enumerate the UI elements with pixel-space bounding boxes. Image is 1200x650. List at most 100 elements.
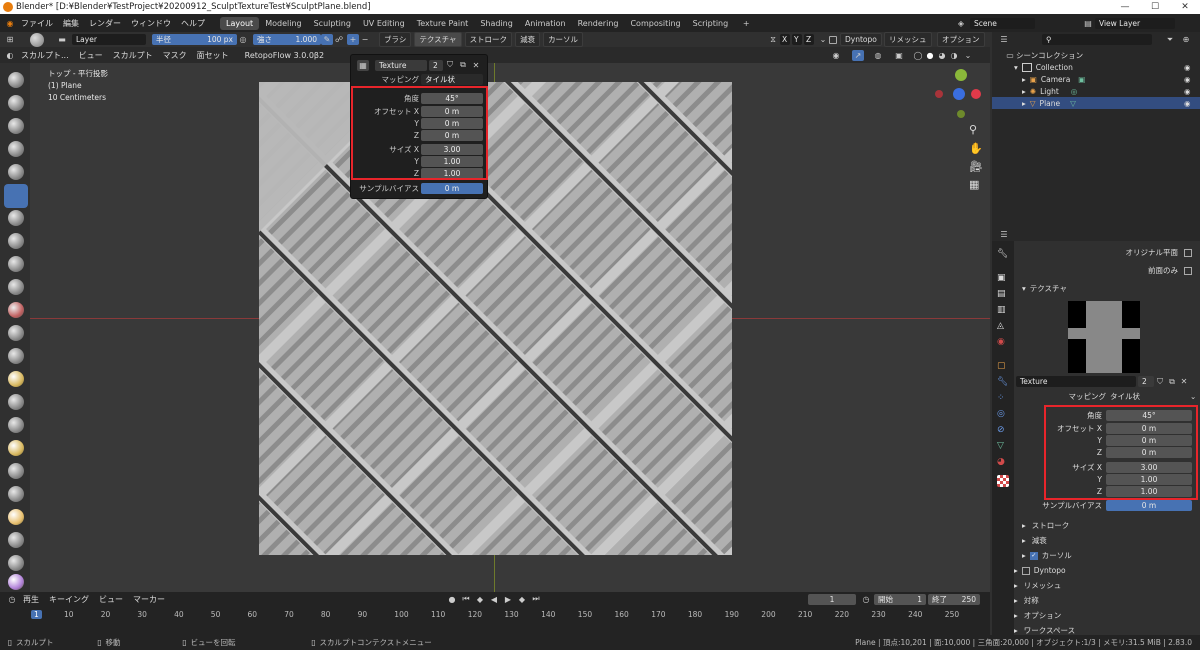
cursor-expand-icon[interactable]: ▸ [1022,551,1026,560]
tab-particles-icon[interactable]: ⁘ [997,393,1009,405]
menu-file[interactable]: ファイル [16,18,58,29]
timeline-ruler[interactable]: 1 10 20 30 40 50 60 70 80 90 100 110 120 130 140 150 160… [0,592,990,635]
tab-output-icon[interactable]: ▤ [997,289,1009,301]
popup-mapping-dropdown[interactable]: タイル状 [421,73,483,85]
tool-elastic-deform-icon[interactable] [8,440,24,456]
popup-texture-name[interactable]: Texture [375,59,427,71]
falloff-dropdown[interactable]: 減衰 [515,32,541,47]
tab-sculpting[interactable]: Sculpting [308,17,357,30]
original-plane-checkbox[interactable] [1184,248,1192,257]
new-collection-icon[interactable]: ⊕ [1180,34,1192,45]
remesh-expand-icon[interactable]: ▸ [1014,581,1018,590]
add-workspace-icon[interactable]: + [740,18,752,29]
tab-scene-icon[interactable]: ◬ [997,321,1009,333]
cursor-dropdown[interactable]: カーソル [543,32,584,47]
tool-grab-icon[interactable] [8,417,24,433]
menu-view[interactable]: ビュー [74,50,108,61]
pan-icon[interactable]: ✋ [969,142,983,155]
outliner-collection[interactable]: ▾ Collection ◉ [992,61,1200,73]
tool-nudge-icon[interactable] [8,532,24,548]
section-options[interactable]: ▸ オプション [1014,610,1061,621]
tool-fill-icon[interactable] [8,325,24,341]
gizmo-icon[interactable]: ↗ [852,49,864,61]
strength-pressure-icon[interactable]: ☍ [333,34,345,45]
props-unlink-icon[interactable]: ✕ [1178,376,1190,387]
menu-edit[interactable]: 編集 [58,18,84,29]
light-expand-icon[interactable]: ▸ [1022,87,1026,96]
props-mapping-dropdown[interactable]: タイル状 [1110,391,1140,402]
scene-field[interactable]: Scene [970,17,1035,29]
section-dyntopo[interactable]: ▸ Dyntopo [1014,565,1066,576]
light-visibility-icon[interactable]: ◉ [1184,87,1191,96]
front-only-checkbox[interactable] [1184,266,1192,275]
options-dropdown[interactable]: オプション [937,32,985,47]
gizmo-neg-y-icon[interactable] [957,110,965,118]
tab-texture-paint[interactable]: Texture Paint [411,17,475,30]
close-icon[interactable]: ✕ [1170,0,1200,14]
xray-icon[interactable]: ▣ [893,50,905,61]
tool-inflate-icon[interactable] [8,210,24,226]
tab-uv-editing[interactable]: UV Editing [357,17,411,30]
texture-plane[interactable] [259,82,732,555]
camera-expand-icon[interactable]: ▸ [1022,75,1026,84]
tool-pose-icon[interactable] [8,509,24,525]
tool-rotate-icon[interactable] [8,555,24,571]
tool-draw-icon[interactable] [8,72,24,88]
dyntopo-expand-icon[interactable]: ▸ [1014,566,1018,575]
tool-mask-icon[interactable] [8,574,24,590]
outliner-search-icon[interactable]: ⚲ [1042,34,1152,45]
props-users-count[interactable]: 2 [1138,376,1154,387]
outliner-item-light[interactable]: ▸ ✺ Light ◎ ◉ [992,85,1200,97]
original-plane-option[interactable]: オリジナル平面 [1092,247,1192,258]
symmetry-icon[interactable]: ⧖ [767,34,779,45]
tool-smooth-icon[interactable] [8,279,24,295]
menu-window[interactable]: ウィンドウ [126,18,176,29]
symmetry-x[interactable]: X [780,34,790,45]
props-fake-user-icon[interactable]: ⛉ [1154,376,1166,387]
outliner-editor-icon[interactable]: ☰ [998,34,1010,45]
texture-section-header[interactable]: ▾ テクスチャ [1022,283,1067,294]
fake-user-icon[interactable]: ⛉ [444,60,456,71]
outliner-item-plane[interactable]: ▸ ▽ Plane ▽ ◉ [992,97,1200,109]
tool-draw-sharp-icon[interactable] [8,95,24,111]
menu-face-set[interactable]: 面セット [192,50,234,61]
menu-retopoflow[interactable]: RetopoFlow 3.0.0β2 [240,51,329,60]
tab-animation[interactable]: Animation [519,17,572,30]
tab-scripting[interactable]: Scripting [687,17,735,30]
props-texture-name[interactable]: Texture [1016,376,1136,387]
popup-bias-field[interactable]: 0 m [421,182,483,194]
dyntopo-checkbox[interactable] [829,35,837,44]
tool-blob-icon[interactable] [8,233,24,249]
props-bias-field[interactable]: 0 m [1106,500,1192,511]
section-dyntopo-checkbox[interactable] [1021,566,1030,575]
tool-flatten-icon[interactable] [8,302,24,318]
pressure-icon[interactable]: ✎ [321,34,333,45]
plane-expand-icon[interactable]: ▸ [1022,99,1026,108]
section-symmetry[interactable]: ▸ 対称 [1014,595,1039,606]
section-cursor[interactable]: ▸ ✓ カーソル [1022,550,1072,561]
duplicate-icon[interactable]: ⧉ [457,60,469,71]
properties-editor-icon[interactable]: ☰ [998,229,1010,240]
mode-dropdown[interactable]: スカルプト... [16,50,74,61]
collection-visibility-icon[interactable]: ◉ [1184,63,1191,72]
gizmo-z-axis-icon[interactable] [953,88,965,100]
tool-crease-icon[interactable] [8,256,24,272]
props-duplicate-icon[interactable]: ⧉ [1166,376,1178,387]
tab-tool-icon[interactable]: 🔧︎ [997,249,1009,261]
filter-icon[interactable]: ⏷ [1164,34,1176,45]
tool-layer-icon[interactable] [4,184,28,208]
menu-help[interactable]: ヘルプ [176,18,210,29]
front-only-option[interactable]: 前面のみ [1092,265,1192,276]
falloff-expand-icon[interactable]: ▸ [1022,536,1026,545]
maximize-icon[interactable]: ☐ [1140,0,1170,14]
material-shading-icon[interactable]: ◕ [936,50,948,61]
tool-multiplane-scrape-icon[interactable] [8,371,24,387]
menu-sculpt[interactable]: スカルプト [108,50,158,61]
texture-dropdown[interactable]: テクスチャ [414,32,462,47]
tool-clay-icon[interactable] [8,118,24,134]
tab-modifier-icon[interactable]: 🔧︎ [997,377,1009,389]
options-expand-icon[interactable]: ▸ [1014,611,1018,620]
tab-rendering[interactable]: Rendering [572,17,625,30]
rendered-shading-icon[interactable]: ◑ [948,50,960,61]
texture-browse-icon[interactable]: ▦ [357,59,369,71]
